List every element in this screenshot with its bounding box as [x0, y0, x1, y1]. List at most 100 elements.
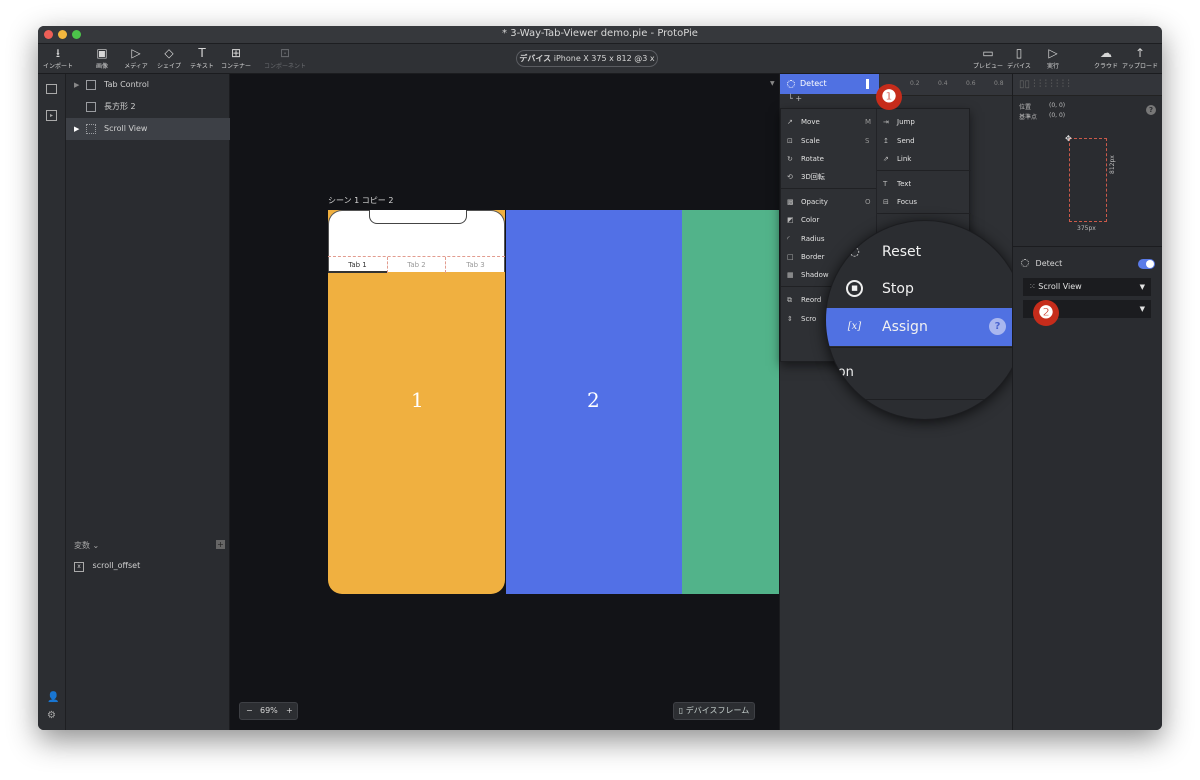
radius-icon: ◜: [787, 235, 790, 243]
scene-label: シーン 1 コピー 2: [328, 196, 394, 205]
container-button[interactable]: ⊞ コンテナー: [216, 46, 256, 70]
zoom-control: − 69% +: [239, 702, 298, 720]
tab-1[interactable]: Tab 1: [328, 257, 387, 273]
run-button[interactable]: ▷ 実行: [1036, 46, 1070, 70]
align-icons[interactable]: ▯▯ ⫶ ⫶ ⫶ ⫶ ⫶ ⫶ ⫶: [1019, 79, 1070, 90]
menu-item-jump[interactable]: ⇥ Jump: [883, 113, 915, 131]
layer-rectangle[interactable]: 長方形 2: [66, 96, 230, 118]
zoom-out-button[interactable]: −: [246, 703, 253, 719]
shadow-icon: ▦: [787, 271, 794, 279]
focus-icon: ⊟: [883, 198, 889, 206]
callout-2: ❷: [1033, 300, 1059, 326]
detect-header: Detect: [1021, 256, 1155, 272]
container-layer-icon: [86, 80, 96, 90]
phone-icon: ▯: [678, 706, 684, 715]
menu-item-3d-rotate[interactable]: ⟲ 3D回転: [787, 168, 825, 186]
import-button[interactable]: ⭳ インポート: [38, 46, 78, 70]
menu-item-focus[interactable]: ⊟ Focus: [883, 193, 917, 211]
gear-icon[interactable]: ⚙: [47, 710, 56, 721]
help-icon[interactable]: ?: [1146, 105, 1156, 115]
menu-item-color[interactable]: ◩ Color: [787, 211, 819, 229]
add-response-button[interactable]: └ +: [788, 94, 802, 103]
variable-icon: x: [74, 562, 84, 572]
tab-3[interactable]: Tab 3: [446, 257, 505, 273]
phone-notch: [369, 210, 467, 224]
device-button[interactable]: ▯ デバイス: [1002, 46, 1036, 70]
page-number-2: 2: [587, 388, 600, 412]
menu-item-scale[interactable]: ⊡ Scale S: [787, 132, 869, 150]
partial-label: ion: [834, 365, 854, 380]
menu-item-reset[interactable]: ◌ Reset: [826, 233, 1024, 271]
layer-scroll-view[interactable]: ▶ Scroll View: [66, 118, 230, 140]
interaction-panel: 0.2 0.4 0.6 0.8 ▼ Detect └ + ↗ Move M ⊡ Sca…: [770, 74, 1025, 730]
reset-icon: ◌: [849, 244, 860, 258]
scroll-layer-icon: [86, 124, 96, 134]
stop-icon: ■: [846, 280, 863, 297]
icon-rail: ▸ 👤 ⚙: [38, 74, 66, 730]
menu-item-text[interactable]: T Text: [883, 175, 911, 193]
menu-item-opacity[interactable]: ▩ Opacity O: [787, 193, 871, 211]
scene-icon[interactable]: ▸: [46, 110, 57, 121]
user-icon[interactable]: 👤: [47, 692, 59, 703]
layers-panel-icon[interactable]: [46, 84, 57, 94]
color-icon: ◩: [787, 216, 794, 224]
menu-item-link[interactable]: ⇗ Link: [883, 150, 911, 168]
add-variable-button[interactable]: +: [216, 540, 225, 549]
page-3[interactable]: [682, 210, 779, 594]
detect-icon: [1021, 259, 1029, 267]
border-icon: □: [787, 253, 794, 261]
text-icon: T: [883, 180, 888, 188]
menu-item-rotate[interactable]: ↻ Rotate: [787, 150, 824, 168]
tab-2[interactable]: Tab 2: [387, 257, 446, 273]
chevron-right-icon[interactable]: ▶: [74, 74, 79, 96]
menu-item-border[interactable]: □ Border: [787, 248, 824, 266]
zoom-in-button[interactable]: +: [286, 703, 293, 719]
device-selector[interactable]: デバイス iPhone X 375 x 812 @3 x: [516, 50, 658, 67]
help-icon[interactable]: ?: [989, 318, 1006, 335]
device-frame-button[interactable]: ▯ デバイスフレーム: [673, 702, 755, 720]
menu-item-shadow[interactable]: ▦ Shadow: [787, 266, 829, 284]
trigger-marker: [866, 79, 869, 89]
variable-item[interactable]: x scroll_offset: [74, 561, 140, 572]
variables-header[interactable]: 変数 ⌄: [74, 540, 99, 551]
phone-frame-page-1[interactable]: Tab 1 Tab 2 Tab 3 1: [328, 210, 505, 594]
zoom-level: 69%: [260, 706, 278, 715]
rotate-icon: ↻: [787, 155, 793, 163]
anchor-label: 基準点: [1019, 114, 1038, 121]
page-2[interactable]: 2: [506, 210, 682, 594]
anchor-point-icon: ✥: [1065, 134, 1072, 143]
menu-item-assign[interactable]: [x] Assign ?: [826, 308, 1024, 346]
send-icon: ↥: [883, 137, 889, 145]
anchor-value: (0, 0): [1049, 112, 1066, 119]
menu-item-radius[interactable]: ◜ Radius: [787, 230, 824, 248]
canvas[interactable]: シーン 1 コピー 2 Tab 1 Tab 2 Tab 3 1 2 − 69% …: [230, 74, 779, 730]
rectangle-layer-icon: [86, 102, 96, 112]
menu-item-reorder[interactable]: ⧉ Reord: [787, 291, 821, 309]
main-toolbar: ⭳ インポート ▣ 画像 ▷ メディア ◇ シェイプ T テキスト ⊞ コンテナ…: [38, 44, 1162, 74]
target-layer-dropdown[interactable]: ⁙ Scroll View ▼: [1023, 278, 1151, 296]
upload-icon: ↑: [1134, 46, 1146, 60]
menu-item-scroll[interactable]: ⇕ Scro: [787, 310, 816, 328]
menu-item-send[interactable]: ↥ Send: [883, 132, 915, 150]
collapse-icon[interactable]: ▼: [770, 80, 775, 87]
upload-button[interactable]: ↑ アップロード: [1120, 46, 1160, 70]
preview-width: 375px: [1077, 225, 1096, 232]
menu-item-move[interactable]: ↗ Move M: [787, 113, 871, 131]
chevron-right-icon[interactable]: ▶: [74, 118, 79, 140]
properties-panel: ▯▯ ⫶ ⫶ ⫶ ⫶ ⫶ ⫶ ⫶ 位置 (0, 0) 基準点 (0, 0) ? …: [1012, 74, 1162, 730]
magnified-menu: ◌ Reset ■ Stop [x] Assign ? ion: [825, 220, 1025, 420]
rotate3d-icon: ⟲: [787, 173, 793, 181]
import-icon: ⭳: [55, 46, 61, 60]
detect-toggle[interactable]: [1138, 259, 1155, 269]
callout-1: ❶: [876, 84, 902, 110]
play-icon: ▷: [1048, 46, 1058, 60]
tab-control: Tab 1 Tab 2 Tab 3: [328, 256, 505, 273]
menu-item-stop[interactable]: ■ Stop: [826, 270, 1024, 308]
trigger-detect[interactable]: Detect: [780, 74, 879, 94]
component-button[interactable]: ⊡ コンポーネント: [262, 46, 308, 70]
layer-preview-box: [1069, 138, 1107, 222]
dropdown-arrow-icon: ▼: [1139, 305, 1145, 313]
scale-icon: ⊡: [787, 137, 793, 145]
layer-tab-control[interactable]: ▶ Tab Control: [66, 74, 230, 96]
detect-icon: [787, 80, 795, 88]
